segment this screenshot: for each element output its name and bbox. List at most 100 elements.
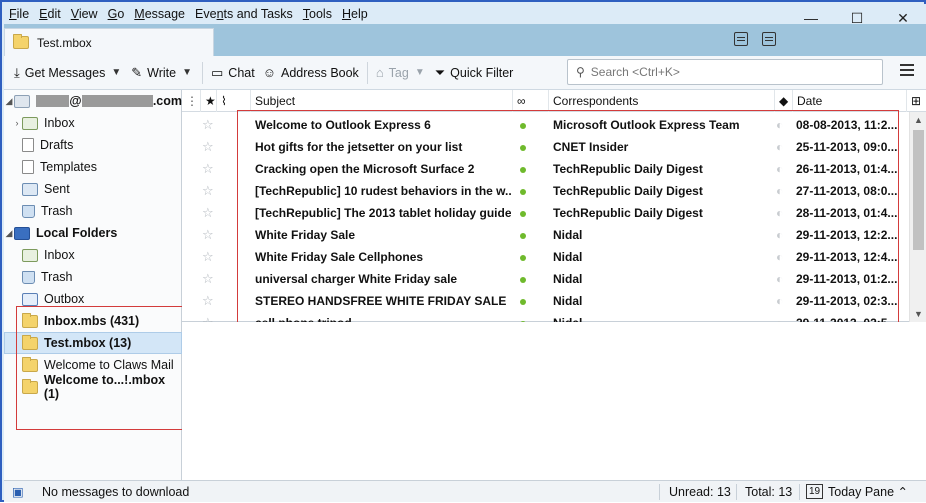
tag-button[interactable]: ⌂ Tag bbox=[372, 60, 413, 86]
local-folders-row[interactable]: ◢ Local Folders bbox=[4, 222, 182, 244]
menu-edit[interactable]: Edit bbox=[34, 4, 66, 24]
column-picker-icon[interactable]: ⊞ bbox=[906, 90, 926, 112]
offline-status-icon[interactable]: ▣ bbox=[12, 481, 24, 503]
local-folder-trash[interactable]: Trash bbox=[4, 266, 182, 288]
folder-inbox[interactable]: › Inbox bbox=[4, 112, 182, 134]
star-icon[interactable]: ☆ bbox=[202, 202, 216, 224]
folder-label: Sent bbox=[44, 182, 70, 196]
menu-file[interactable]: File bbox=[4, 4, 34, 24]
write-label: Write bbox=[147, 65, 177, 80]
outbox-icon bbox=[22, 292, 38, 306]
preview-pane bbox=[182, 322, 926, 480]
download-icon: ⤓ bbox=[14, 64, 20, 80]
scroll-thumb[interactable] bbox=[913, 130, 924, 250]
status-divider bbox=[799, 484, 800, 500]
thread-header: ⋮ ★ ⌇ Subject ∞ Correspondents ◆ Date ⊞ bbox=[182, 90, 926, 112]
menu-go[interactable]: Go bbox=[103, 4, 130, 24]
chevron-down-icon[interactable]: ▼ bbox=[413, 67, 431, 78]
star-icon[interactable]: ☆ bbox=[202, 158, 216, 180]
redacted-domain bbox=[81, 95, 153, 107]
tab-strip: Test.mbox bbox=[4, 24, 926, 56]
tab-title: Test.mbox bbox=[37, 35, 92, 50]
attachment-column-icon[interactable]: ⌇ bbox=[216, 90, 234, 112]
search-input[interactable]: ⚲ Search <Ctrl+K> bbox=[567, 59, 883, 85]
star-icon[interactable]: ☆ bbox=[202, 290, 216, 312]
collapse-icon[interactable]: ◢ bbox=[4, 228, 14, 239]
star-icon[interactable]: ☆ bbox=[202, 268, 216, 290]
highlight-box-folders bbox=[16, 306, 191, 430]
scrollbar[interactable]: ▲ ▼ bbox=[909, 112, 926, 322]
app-window: File Edit View Go Message Events and Tas… bbox=[0, 0, 926, 502]
star-icon[interactable]: ☆ bbox=[202, 180, 216, 202]
tasks-icon[interactable] bbox=[762, 32, 776, 46]
account-suffix: .com bbox=[152, 94, 182, 108]
menu-tools[interactable]: Tools bbox=[298, 4, 337, 24]
chat-icon: ▭ bbox=[211, 64, 224, 80]
star-icon[interactable]: ☆ bbox=[202, 224, 216, 246]
column-correspondents[interactable]: Correspondents bbox=[548, 90, 774, 112]
contacts-icon: ☺ bbox=[262, 65, 276, 80]
chevron-down-icon[interactable]: ▼ bbox=[109, 67, 127, 78]
write-button[interactable]: ✎ Write bbox=[127, 60, 180, 86]
star-icon[interactable]: ☆ bbox=[202, 114, 216, 136]
column-date[interactable]: Date bbox=[792, 90, 906, 112]
folder-label: Outbox bbox=[44, 292, 85, 306]
column-subject[interactable]: Subject bbox=[250, 90, 512, 112]
menu-message[interactable]: Message bbox=[129, 4, 190, 24]
main-toolbar: ⤓ Get Messages ▼ ✎ Write ▼ ▭ Chat ☺ Addr… bbox=[4, 56, 926, 90]
menu-events-and-tasks[interactable]: Events and Tasks bbox=[190, 4, 298, 24]
tag-label: Tag bbox=[388, 65, 409, 80]
redacted-username bbox=[35, 95, 70, 107]
star-icon[interactable]: ☆ bbox=[202, 136, 216, 158]
collapse-icon[interactable]: ◢ bbox=[4, 96, 14, 107]
status-message: No messages to download bbox=[42, 485, 190, 499]
folder-sent[interactable]: Sent bbox=[4, 178, 182, 200]
calendar-icon[interactable] bbox=[734, 32, 748, 46]
chevron-down-icon[interactable]: ▼ bbox=[180, 67, 198, 78]
scroll-up-icon[interactable]: ▲ bbox=[910, 112, 926, 128]
toolbar-divider bbox=[366, 61, 368, 84]
status-divider bbox=[736, 484, 737, 500]
tab-test-mbox[interactable]: Test.mbox bbox=[4, 28, 214, 56]
menu-icon[interactable] bbox=[900, 64, 914, 76]
templates-icon bbox=[22, 160, 34, 174]
account-icon bbox=[13, 94, 30, 108]
menu-bar: File Edit View Go Message Events and Tas… bbox=[4, 4, 926, 26]
menu-help[interactable]: Help bbox=[337, 4, 373, 24]
star-column-icon[interactable]: ★ bbox=[200, 90, 216, 112]
search-icon: ⚲ bbox=[576, 65, 585, 79]
read-status-column-icon[interactable]: ∞ bbox=[512, 90, 548, 112]
folder-label: Local Folders bbox=[36, 226, 118, 240]
tab-icons bbox=[734, 32, 776, 46]
status-divider bbox=[659, 484, 660, 500]
quick-filter-label: Quick Filter bbox=[450, 65, 514, 80]
quick-filter-button[interactable]: ⏷ Quick Filter bbox=[431, 60, 518, 86]
folder-trash[interactable]: Trash bbox=[4, 200, 182, 222]
scroll-down-icon[interactable]: ▼ bbox=[910, 306, 926, 322]
drafts-icon bbox=[22, 138, 34, 152]
get-messages-button[interactable]: ⤓ Get Messages bbox=[10, 60, 109, 86]
junk-column-icon[interactable]: ◆ bbox=[774, 90, 792, 112]
star-icon[interactable]: ☆ bbox=[202, 312, 216, 322]
folder-templates[interactable]: Templates bbox=[4, 156, 182, 178]
expand-icon[interactable]: › bbox=[12, 118, 22, 128]
folder-label: Trash bbox=[41, 270, 73, 284]
folder-pane: ◢ @ .com › Inbox Drafts Templates Sent T… bbox=[4, 90, 191, 480]
folder-label: Trash bbox=[41, 204, 73, 218]
menu-view[interactable]: View bbox=[66, 4, 103, 24]
chevron-up-icon: ⌃ bbox=[897, 485, 908, 499]
chat-button[interactable]: ▭ Chat bbox=[207, 60, 259, 86]
local-folder-inbox[interactable]: Inbox bbox=[4, 244, 182, 266]
address-book-button[interactable]: ☺ Address Book bbox=[259, 60, 363, 86]
folder-drafts[interactable]: Drafts bbox=[4, 134, 182, 156]
status-bar: ▣ No messages to download Unread: 13 Tot… bbox=[4, 480, 926, 502]
trash-icon bbox=[22, 270, 35, 284]
account-row[interactable]: ◢ @ .com bbox=[4, 90, 182, 112]
star-icon[interactable]: ☆ bbox=[202, 246, 216, 268]
today-pane-button[interactable]: Today Pane ⌃ bbox=[828, 481, 908, 503]
local-folders-icon bbox=[14, 226, 30, 240]
trash-icon bbox=[22, 204, 35, 218]
folder-label: Inbox bbox=[44, 248, 75, 262]
thread-icon[interactable]: ⋮ bbox=[182, 90, 200, 112]
total-count: Total: 13 bbox=[745, 485, 793, 499]
